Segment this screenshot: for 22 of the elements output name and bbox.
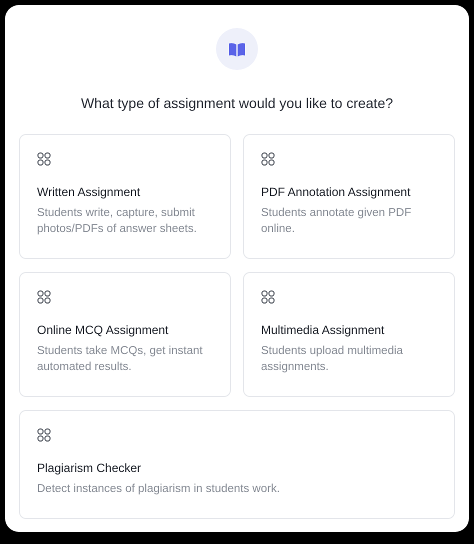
option-title: Plagiarism Checker (37, 461, 142, 475)
assignment-type-card[interactable]: PDF Annotation Assignment Students annotate given PDF online. (243, 134, 455, 259)
option-description: Students annotate given PDF online. (261, 206, 412, 236)
option-description: Students upload multimedia assignments. (261, 344, 404, 374)
circles-icon (37, 428, 51, 442)
option-description: Students write, capture, submit photos/PDFs of answer sheets. (37, 206, 198, 236)
circles-icon (261, 152, 275, 166)
assignment-type-card[interactable]: Written Assignment Students write, capture, submit photos/PDFs of answer sheets. (19, 134, 231, 259)
assignment-type-card[interactable]: Multimedia Assignment Students upload multimedia assignments. (243, 272, 455, 397)
option-title: Online MCQ Assignment (37, 323, 168, 337)
option-title: Multimedia Assignment (261, 323, 384, 337)
book-icon (228, 42, 246, 56)
option-description: Detect instances of plagiarism in students work. (37, 482, 280, 497)
assignment-type-card[interactable]: Online MCQ Assignment Students take MCQs, get instant automated results. (19, 272, 231, 397)
circles-icon (261, 290, 275, 304)
option-description: Students take MCQs, get instant automated results. (37, 344, 204, 374)
option-title: Written Assignment (37, 185, 140, 199)
dialog-question: What type of assignment would you like to create? (80, 95, 394, 111)
assignment-type-card[interactable]: Plagiarism Checker Detect instances of plagiarism in students work. (19, 410, 455, 519)
option-title: PDF Annotation Assignment (261, 185, 410, 199)
circles-icon (37, 290, 51, 304)
circles-icon (37, 152, 51, 166)
